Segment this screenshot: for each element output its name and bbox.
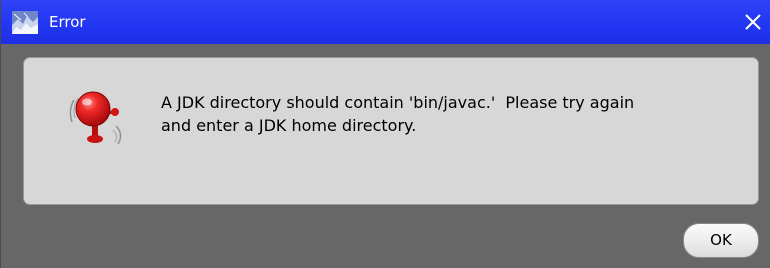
error-message: A JDK directory should contain 'bin/java… [161,91,751,137]
alarm-bell-icon [66,86,126,148]
error-message-line: A JDK directory should contain 'bin/java… [161,93,635,112]
message-panel: A JDK directory should contain 'bin/java… [23,57,759,205]
close-icon[interactable] [741,10,765,34]
error-dialog: Error A JDK directory should contain 'bi… [0,0,770,268]
ok-button[interactable]: OK [683,223,759,258]
title-bar[interactable]: Error [1,0,770,44]
java-duke-icon [12,11,38,34]
dialog-title: Error [49,13,86,31]
error-message-line: and enter a JDK home directory. [161,116,417,135]
